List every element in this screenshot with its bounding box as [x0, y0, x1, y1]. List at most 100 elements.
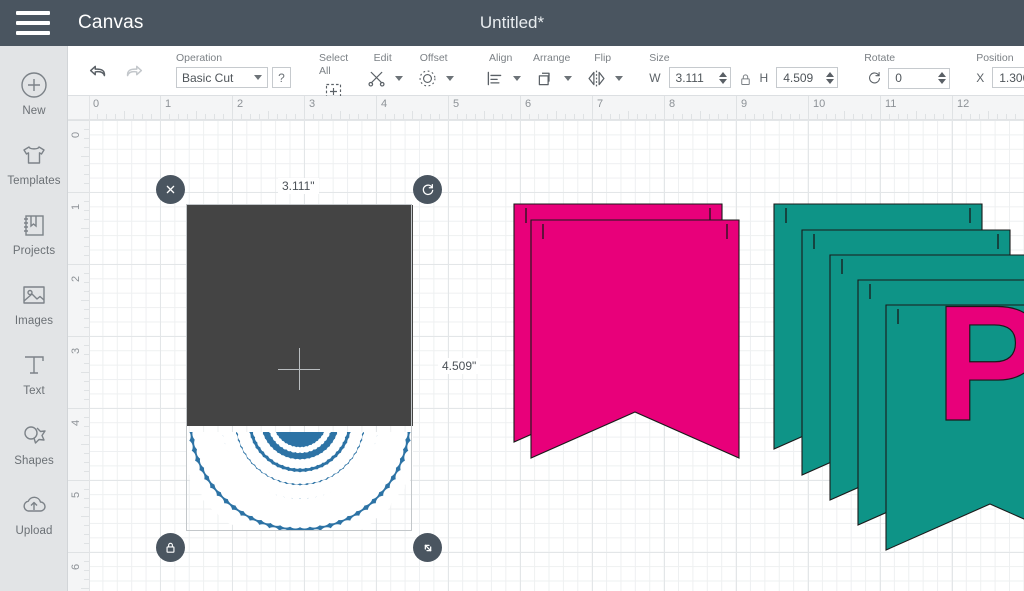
ruler-tick-minor — [538, 114, 539, 119]
cricut-design-space-app: Canvas Untitled* New Templates Projects … — [0, 0, 1024, 591]
ruler-tick-minor — [718, 114, 719, 119]
width-stepper[interactable] — [718, 71, 727, 84]
bookmark-book-icon — [18, 209, 50, 241]
ruler-tick-major — [736, 96, 737, 119]
ruler-tick-minor — [84, 525, 89, 526]
ruler-tick-minor — [421, 114, 422, 119]
ruler-tick-minor — [115, 114, 116, 119]
hamburger-menu-icon[interactable] — [16, 11, 50, 35]
edit-scissors-icon[interactable] — [362, 67, 390, 89]
edit-chevron-down-icon[interactable] — [395, 75, 404, 81]
undo-arrow-icon[interactable] — [84, 60, 112, 82]
width-input[interactable]: 3.111 — [668, 67, 731, 88]
ruler-tick-minor — [142, 114, 143, 119]
ruler-tick-minor — [772, 111, 773, 119]
ruler-tick-minor — [367, 114, 368, 119]
rotate-handle-button[interactable] — [413, 175, 442, 204]
design-canvas[interactable]: PA 3.111" 4.509" — [90, 120, 1024, 591]
delete-handle-button[interactable] — [156, 175, 185, 204]
ruler-tick-minor — [97, 114, 98, 119]
offset-sun-icon[interactable] — [413, 67, 441, 89]
ruler-tick-minor — [214, 114, 215, 119]
width-value: 3.111 — [675, 70, 704, 85]
redo-arrow-icon[interactable] — [120, 60, 148, 82]
ruler-tick-minor — [799, 114, 800, 119]
ruler-tick-minor — [84, 426, 89, 427]
ruler-tick-label: 4 — [381, 98, 388, 110]
align-chevron-down-icon[interactable] — [513, 75, 522, 81]
cloud-upload-icon — [18, 489, 50, 521]
height-stepper[interactable] — [826, 71, 835, 84]
ruler-tick-minor — [84, 327, 89, 328]
pos-x-value: 1.306 — [999, 70, 1024, 85]
sidebar-item-images[interactable]: Images — [0, 268, 68, 338]
operation-help-button[interactable]: ? — [272, 67, 291, 88]
sidebar-item-shapes[interactable]: Shapes — [0, 408, 68, 478]
sidebar-item-text[interactable]: Text — [0, 338, 68, 408]
ruler-tick-minor — [313, 114, 314, 119]
rotate-stepper[interactable] — [938, 72, 947, 84]
flip-horizontal-icon[interactable] — [582, 67, 610, 89]
chevron-down-icon[interactable] — [254, 75, 262, 80]
sidebar-item-templates[interactable]: Templates — [0, 128, 68, 198]
ruler-tick-minor — [565, 114, 566, 119]
offset-chevron-down-icon[interactable] — [446, 75, 455, 81]
ruler-tick-minor — [84, 237, 89, 238]
ruler-tick-label: 6 — [525, 98, 532, 110]
sidebar-item-projects[interactable]: Projects — [0, 198, 68, 268]
ruler-tick-minor — [196, 111, 197, 119]
ruler-tick-minor — [84, 273, 89, 274]
select-all-group: Select All — [319, 46, 348, 102]
align-label: Align — [489, 52, 513, 64]
sidebar-label-projects: Projects — [12, 245, 56, 257]
ruler-tick-minor — [84, 291, 89, 292]
ruler-tick-minor — [547, 114, 548, 119]
ruler-tick-minor — [84, 534, 89, 535]
ruler-tick-major — [664, 96, 665, 119]
ruler-tick-minor — [84, 354, 89, 355]
ruler-tick-minor — [619, 114, 620, 119]
ruler-tick-minor — [763, 114, 764, 119]
horizontal-ruler[interactable]: 0 1 2 3 4 5 6 7 8 9 10 11 12 — [90, 96, 1024, 120]
rotate-cw-icon[interactable] — [864, 67, 884, 89]
lock-aspect-ratio-button[interactable] — [738, 68, 753, 87]
arrange-chevron-down-icon[interactable] — [564, 75, 573, 81]
pos-x-input[interactable]: 1.306 — [992, 67, 1024, 88]
align-left-icon[interactable] — [480, 67, 508, 89]
ruler-tick-minor — [628, 111, 629, 119]
ruler-tick-minor — [124, 111, 125, 119]
ruler-tick-minor — [286, 114, 287, 119]
ruler-tick-minor — [835, 114, 836, 119]
height-input[interactable]: 4.509 — [776, 67, 839, 88]
arrange-layers-icon[interactable] — [531, 67, 559, 89]
lock-handle-button[interactable] — [156, 533, 185, 562]
ruler-tick-minor — [403, 114, 404, 119]
ruler-tick-minor — [556, 111, 557, 119]
ruler-tick-minor — [84, 282, 89, 283]
operation-select[interactable]: Basic Cut — [176, 67, 268, 88]
ruler-tick-minor — [84, 183, 89, 184]
resize-handle-button[interactable] — [413, 533, 442, 562]
ruler-tick-minor — [817, 114, 818, 119]
ruler-tick-label: 1 — [165, 98, 172, 110]
sidebar-item-new[interactable]: New — [0, 58, 68, 128]
sidebar-item-upload[interactable]: Upload — [0, 478, 68, 548]
ruler-tick-minor — [84, 417, 89, 418]
vertical-ruler[interactable]: 0 1 2 3 4 5 6 — [68, 120, 90, 591]
ruler-tick-minor — [349, 114, 350, 119]
ruler-tick-minor — [84, 399, 89, 400]
ruler-tick-minor — [673, 114, 674, 119]
ruler-tick-minor — [84, 579, 89, 580]
flip-chevron-down-icon[interactable] — [615, 75, 624, 81]
ruler-tick-minor — [84, 174, 89, 175]
ruler-tick-minor — [907, 114, 908, 119]
ruler-tick-minor — [682, 114, 683, 119]
ruler-tick-major — [592, 96, 593, 119]
align-group: Align — [480, 46, 522, 89]
ruler-tick-minor — [84, 363, 89, 364]
ruler-tick-label: 12 — [957, 98, 970, 110]
rotate-input[interactable]: 0 — [888, 67, 951, 89]
offset-group: Offset — [413, 46, 455, 89]
ruler-tick-minor — [133, 114, 134, 119]
pink-banner-pennant-2 — [530, 219, 740, 459]
